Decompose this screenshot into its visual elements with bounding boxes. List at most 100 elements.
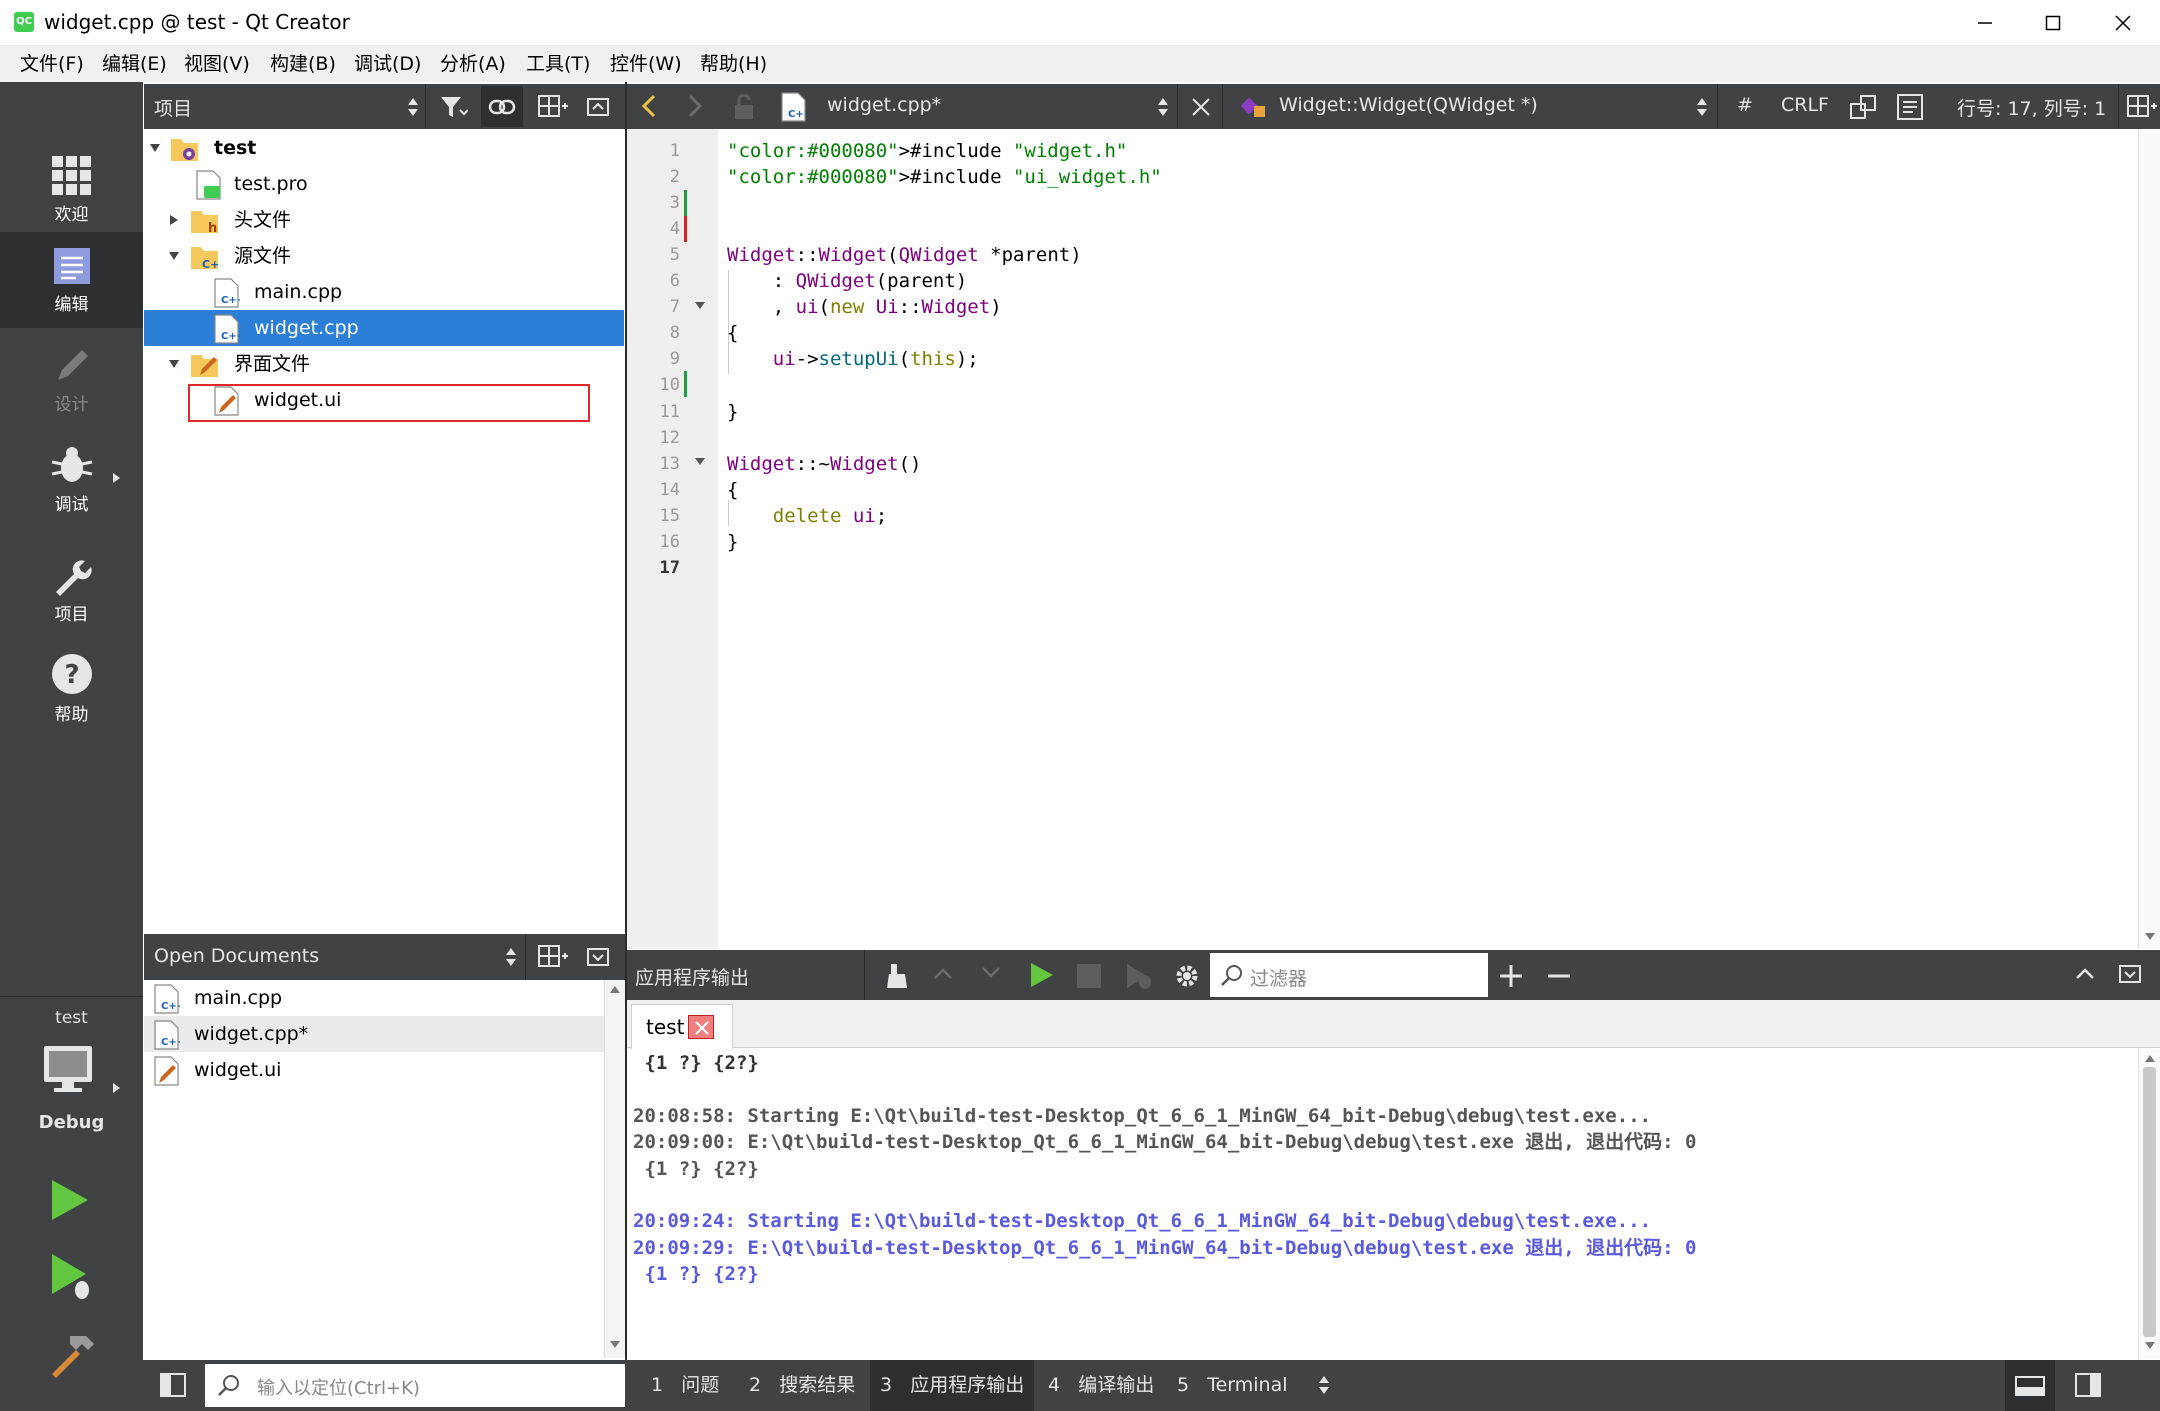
output-tab-test[interactable]: test bbox=[631, 1004, 733, 1049]
scroll-down-icon[interactable] bbox=[2144, 932, 2156, 942]
zoom-out-icon[interactable] bbox=[1547, 964, 1571, 988]
updown-arrows-icon[interactable] bbox=[504, 946, 518, 968]
menu-edit[interactable]: 编辑(E) bbox=[96, 46, 173, 82]
updown-arrows-icon[interactable] bbox=[1317, 1374, 1331, 1396]
code-line[interactable]: Widget::~Widget() bbox=[727, 451, 922, 477]
tree-item-widget-cpp[interactable]: C++ widget.cpp bbox=[144, 310, 624, 346]
gear-icon[interactable] bbox=[1173, 962, 1201, 990]
updown-arrows-icon[interactable] bbox=[1695, 96, 1709, 118]
split-add-icon[interactable] bbox=[538, 945, 568, 969]
debug-run-button[interactable] bbox=[50, 1252, 96, 1307]
scroll-thumb[interactable] bbox=[2143, 1067, 2156, 1337]
locator-input[interactable]: 输入以定位(Ctrl+K) bbox=[205, 1364, 625, 1407]
open-doc-main-cpp[interactable]: C++ main.cpp bbox=[144, 980, 604, 1016]
menu-help[interactable]: 帮助(H) bbox=[694, 46, 773, 82]
split-add-icon[interactable] bbox=[2127, 95, 2157, 119]
code-line[interactable]: Widget::Widget(QWidget *parent) bbox=[727, 242, 1082, 268]
lock-icon[interactable] bbox=[733, 94, 755, 120]
mode-welcome[interactable]: 欢迎 bbox=[0, 142, 143, 242]
statusbar-tab-app-output[interactable]: 3 应用程序输出 bbox=[870, 1360, 1035, 1411]
close-window-button[interactable] bbox=[2090, 0, 2156, 46]
scroll-up-icon[interactable] bbox=[2144, 1053, 2156, 1063]
fold-marker-icon[interactable] bbox=[694, 457, 706, 467]
tree-item-project-test[interactable]: test bbox=[144, 130, 624, 166]
menu-file[interactable]: 文件(F) bbox=[14, 46, 90, 82]
toggle-output-button[interactable] bbox=[2005, 1360, 2055, 1411]
maximize-pane-icon[interactable] bbox=[2075, 966, 2095, 980]
maximize-button[interactable] bbox=[2020, 0, 2086, 46]
tree-item-headers[interactable]: h 头文件 bbox=[144, 202, 624, 238]
code-line[interactable]: : QWidget(parent) bbox=[727, 268, 967, 294]
attach-debugger-icon[interactable] bbox=[1125, 962, 1153, 990]
split-add-icon[interactable] bbox=[538, 95, 568, 119]
chevron-down-icon[interactable] bbox=[168, 251, 180, 261]
scroll-down-icon[interactable] bbox=[2144, 1341, 2156, 1351]
run-button[interactable] bbox=[50, 1178, 90, 1227]
close-panel-icon[interactable] bbox=[587, 98, 609, 116]
close-panel-icon[interactable] bbox=[2119, 965, 2141, 983]
code-line[interactable]: "color:#000080">#include "widget.h" bbox=[727, 138, 1127, 164]
menu-widgets[interactable]: 控件(W) bbox=[604, 46, 688, 82]
close-panel-icon[interactable] bbox=[587, 948, 609, 966]
chevron-up-icon[interactable] bbox=[933, 966, 953, 980]
close-tab-button[interactable] bbox=[688, 1015, 714, 1039]
chevron-right-icon[interactable] bbox=[169, 214, 179, 226]
chevron-down-icon[interactable] bbox=[168, 359, 180, 369]
rerun-icon[interactable] bbox=[1029, 961, 1055, 989]
filter-input[interactable]: 过滤器 bbox=[1210, 953, 1488, 997]
mode-design[interactable]: 设计 bbox=[0, 332, 143, 432]
mode-edit[interactable]: 编辑 bbox=[0, 232, 143, 328]
menu-debug[interactable]: 调试(D) bbox=[348, 46, 427, 82]
mode-help[interactable]: ? 帮助 bbox=[0, 638, 143, 738]
code-line[interactable]: ui->setupUi(this); bbox=[727, 346, 979, 372]
scroll-up-icon[interactable] bbox=[609, 984, 621, 994]
tree-item-test-pro[interactable]: test.pro bbox=[144, 166, 624, 202]
zoom-in-icon[interactable] bbox=[1499, 964, 1523, 988]
code-line[interactable]: , ui(new Ui::Widget) bbox=[727, 294, 1002, 320]
code-line[interactable]: "color:#000080">#include "ui_widget.h" bbox=[727, 164, 1162, 190]
tree-item-forms[interactable]: 界面文件 bbox=[144, 346, 624, 382]
statusbar-tab-issues[interactable]: 1 问题 bbox=[641, 1360, 729, 1411]
code-model-icon[interactable] bbox=[1849, 94, 1879, 120]
menu-view[interactable]: 视图(V) bbox=[178, 46, 256, 82]
stop-icon[interactable] bbox=[1077, 964, 1101, 988]
tree-item-main-cpp[interactable]: C++ main.cpp bbox=[144, 274, 624, 310]
filter-icon[interactable] bbox=[440, 95, 468, 119]
minimize-button[interactable] bbox=[1952, 0, 2018, 46]
output-scrollbar[interactable] bbox=[2138, 1049, 2160, 1359]
menu-tools[interactable]: 工具(T) bbox=[520, 46, 596, 82]
symbol-combo[interactable]: Widget::Widget(QWidget *) bbox=[1279, 94, 1699, 116]
code-line[interactable]: delete ui; bbox=[727, 503, 887, 529]
menu-analyze[interactable]: 分析(A) bbox=[434, 46, 512, 82]
chevron-down-icon[interactable] bbox=[981, 966, 1001, 980]
toggle-right-sidebar-button[interactable] bbox=[2071, 1368, 2105, 1402]
statusbar-tab-terminal[interactable]: 5 Terminal bbox=[1167, 1360, 1298, 1411]
code-line[interactable]: } bbox=[727, 399, 738, 425]
editor-scrollbar[interactable] bbox=[2138, 129, 2160, 949]
tree-item-sources[interactable]: C++ 源文件 bbox=[144, 238, 624, 274]
forward-arrow-icon[interactable] bbox=[687, 94, 703, 118]
statusbar-tab-search-results[interactable]: 2 搜索结果 bbox=[739, 1360, 865, 1411]
encoding-hash[interactable]: # bbox=[1737, 94, 1753, 116]
outline-icon[interactable] bbox=[1897, 94, 1923, 120]
code-line[interactable]: } bbox=[727, 529, 738, 555]
menu-build[interactable]: 构建(B) bbox=[264, 46, 342, 82]
chevron-down-icon[interactable] bbox=[149, 143, 161, 153]
scroll-down-icon[interactable] bbox=[609, 1340, 621, 1350]
open-doc-widget-cpp[interactable]: C++ widget.cpp* bbox=[144, 1016, 604, 1052]
updown-arrows-icon[interactable] bbox=[1156, 96, 1170, 118]
fold-marker-icon[interactable] bbox=[694, 301, 706, 311]
mode-projects[interactable]: 项目 bbox=[0, 542, 143, 642]
statusbar-tab-compile-output[interactable]: 4 编译输出 bbox=[1038, 1360, 1164, 1411]
link-editor-button[interactable] bbox=[481, 86, 523, 127]
clear-output-icon[interactable] bbox=[883, 962, 911, 990]
output-text-area[interactable] bbox=[627, 1049, 2138, 1359]
code-line[interactable]: { bbox=[727, 477, 738, 503]
back-arrow-icon[interactable] bbox=[641, 94, 657, 118]
build-button[interactable] bbox=[48, 1330, 96, 1383]
updown-arrows-icon[interactable] bbox=[406, 96, 420, 118]
code-line[interactable]: { bbox=[727, 320, 738, 346]
line-ending-label[interactable]: CRLF bbox=[1781, 94, 1829, 116]
toggle-sidebar-button[interactable] bbox=[156, 1368, 190, 1402]
close-document-icon[interactable] bbox=[1192, 98, 1210, 116]
